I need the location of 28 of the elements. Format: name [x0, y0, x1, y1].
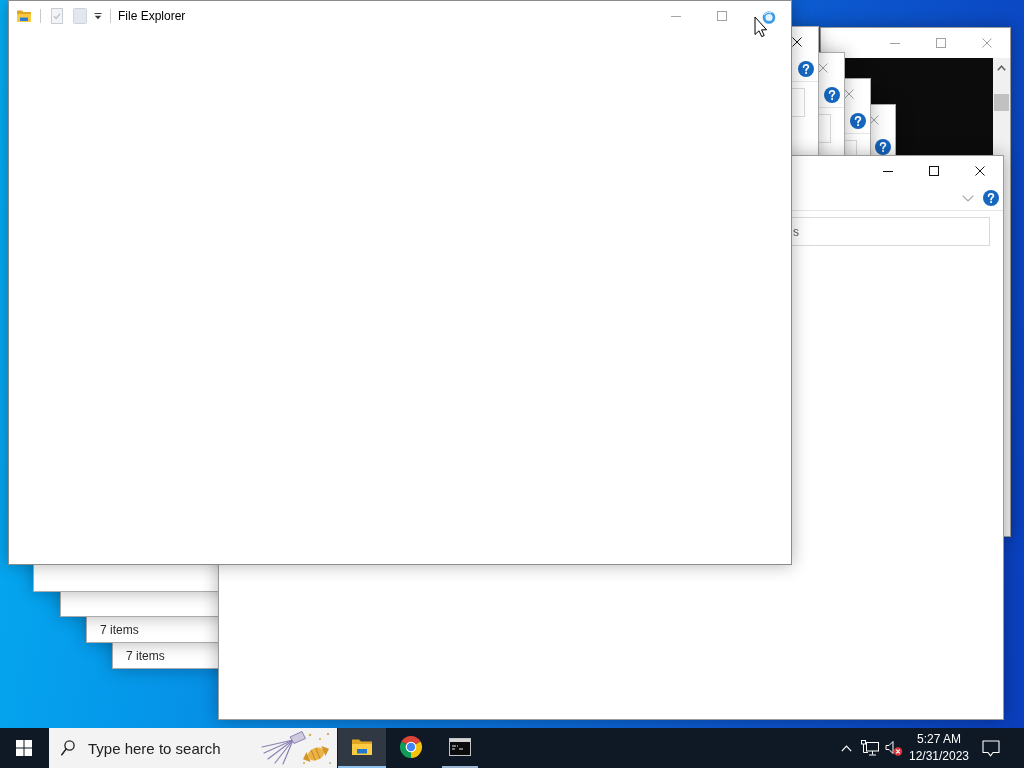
help-icon[interactable]	[798, 61, 814, 77]
search-input[interactable]: Type here to search	[88, 739, 238, 757]
clock-time[interactable]: 5:27 AM	[917, 732, 961, 747]
help-icon[interactable]	[824, 87, 840, 103]
search-icon[interactable]	[61, 740, 75, 756]
taskbar-app-button[interactable]	[338, 728, 386, 768]
scrollbar[interactable]	[993, 58, 1010, 156]
chevron-down-icon[interactable]	[962, 194, 974, 202]
browser-icon	[399, 735, 423, 759]
terminal-icon	[449, 738, 471, 756]
status-text: 7 items	[126, 649, 165, 663]
scrollbar-thumb[interactable]	[994, 94, 1009, 111]
windows-logo-icon	[16, 740, 32, 756]
search-field[interactable]: s	[792, 217, 990, 246]
dropdown-arrow-icon[interactable]	[94, 12, 102, 20]
status-text: 7 items	[100, 623, 139, 637]
chevron-up-icon	[840, 744, 852, 752]
help-icon[interactable]	[850, 113, 866, 129]
network-icon	[861, 740, 879, 756]
search-field[interactable]	[792, 88, 805, 117]
folder-icon	[351, 738, 373, 756]
folder-icon[interactable]	[16, 8, 32, 24]
help-icon[interactable]	[875, 139, 891, 155]
scroll-up-icon[interactable]	[997, 65, 1006, 71]
notification-icon	[982, 739, 1000, 757]
clock-date[interactable]: 12/31/2023	[908, 749, 970, 764]
help-icon[interactable]	[983, 190, 999, 206]
window-title: File Explorer	[118, 9, 186, 23]
